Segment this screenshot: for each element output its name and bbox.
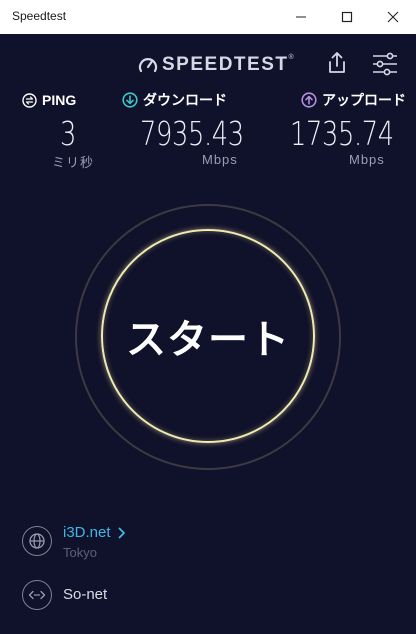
start-label: スタート [126,317,290,363]
upload-arrow-icon [301,92,317,108]
minimize-button[interactable] [278,0,324,34]
download-unit: Mbps [202,152,238,167]
settings-button[interactable] [370,52,400,76]
ping-label: PING [42,92,77,108]
ping-header: PING [22,90,76,110]
chevron-right-icon [118,527,125,538]
logo-text: SPEEDTEST [162,54,289,75]
settings-sliders-icon [373,52,397,76]
server-name-link[interactable]: i3D.net [63,524,126,541]
isp-icon-badge [22,580,52,610]
globe-icon [29,533,45,549]
download-arrow-icon [122,92,138,108]
connection-icon [28,590,46,600]
download-header: ダウンロード [122,90,227,110]
ping-icon [22,92,37,108]
registered-mark: ® [288,54,294,61]
maximize-icon [341,11,353,23]
server-globe-button[interactable] [22,526,52,556]
upload-header: アップロード [301,90,406,110]
upload-value: 1735.74 [290,114,394,153]
server-location: Tokyo [63,545,97,560]
upload-unit: Mbps [349,152,385,167]
upload-label: アップロード [322,92,406,108]
isp-name: So-net [63,586,108,603]
download-value: 7935.43 [140,114,244,153]
ping-value: 3 [60,114,76,153]
speedtest-app: SPEEDTEST® PING ダウンロード アップロード 3 7935.43 … [0,34,416,634]
server-name: i3D.net [63,524,111,541]
speedometer-icon [138,58,158,73]
close-icon [387,11,399,23]
close-button[interactable] [370,0,416,34]
window-title: Speedtest [12,9,67,23]
title-bar: Speedtest [0,0,416,35]
minimize-icon [296,16,306,18]
ping-unit: ミリ秒 [52,155,95,170]
speedtest-logo: SPEEDTEST® [138,54,294,76]
download-label: ダウンロード [143,92,227,108]
maximize-button[interactable] [324,0,370,34]
start-button[interactable]: スタート [101,229,315,443]
share-icon [329,52,345,73]
share-button[interactable] [324,50,350,76]
